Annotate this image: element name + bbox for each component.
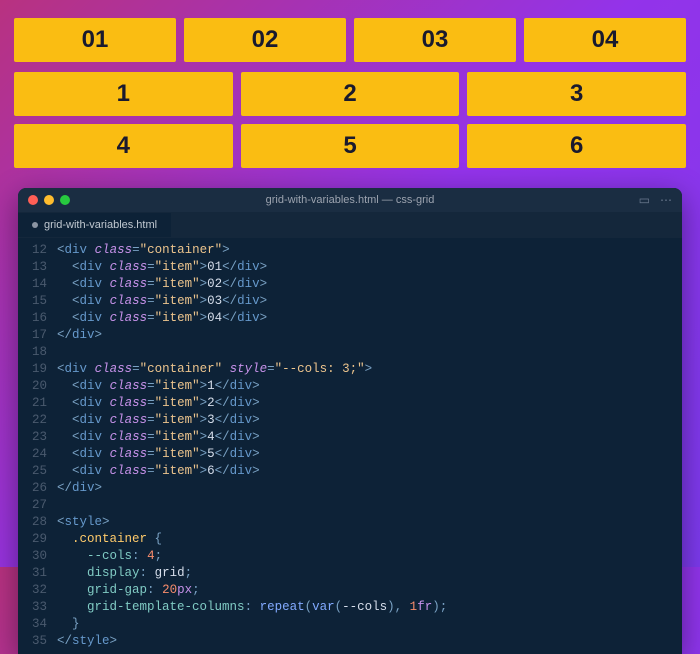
code-line[interactable]: }: [57, 616, 447, 633]
code-line[interactable]: --cols: 4;: [57, 548, 447, 565]
line-number: 28: [32, 514, 47, 531]
code-line[interactable]: <div class="item">04</div>: [57, 310, 447, 327]
grid-item: 04: [524, 18, 686, 62]
line-number: 22: [32, 412, 47, 429]
grid-item: 3: [467, 72, 686, 116]
code-line[interactable]: </div>: [57, 327, 447, 344]
grid-item: 03: [354, 18, 516, 62]
code-line[interactable]: <div class="item">01</div>: [57, 259, 447, 276]
line-number: 17: [32, 327, 47, 344]
line-number: 16: [32, 310, 47, 327]
line-number: 12: [32, 242, 47, 259]
code-line[interactable]: [57, 344, 447, 361]
line-number: 34: [32, 616, 47, 633]
code-line[interactable]: .container {: [57, 531, 447, 548]
line-number: 15: [32, 293, 47, 310]
code-line[interactable]: <div class="container" style="--cols: 3;…: [57, 361, 447, 378]
line-number: 33: [32, 599, 47, 616]
demo-grid-3: 123 456: [14, 72, 686, 168]
line-number: 26: [32, 480, 47, 497]
code-line[interactable]: <div class="item">6</div>: [57, 463, 447, 480]
line-number: 13: [32, 259, 47, 276]
line-number: 32: [32, 582, 47, 599]
line-number: 18: [32, 344, 47, 361]
code-content[interactable]: <div class="container"> <div class="item…: [57, 238, 447, 654]
tab-label: grid-with-variables.html: [44, 219, 157, 231]
line-number: 25: [32, 463, 47, 480]
grid-item: 2: [241, 72, 460, 116]
code-line[interactable]: grid-template-columns: repeat(var(--cols…: [57, 599, 447, 616]
line-number: 29: [32, 531, 47, 548]
line-number: 19: [32, 361, 47, 378]
line-number: 30: [32, 548, 47, 565]
line-number: 35: [32, 633, 47, 650]
code-line[interactable]: grid-gap: 20px;: [57, 582, 447, 599]
grid-item: 5: [241, 124, 460, 168]
code-line[interactable]: <style>: [57, 514, 447, 531]
tab-bar: grid-with-variables.html: [18, 212, 682, 238]
line-number: 24: [32, 446, 47, 463]
line-number: 14: [32, 276, 47, 293]
code-line[interactable]: <div class="item">4</div>: [57, 429, 447, 446]
code-line[interactable]: display: grid;: [57, 565, 447, 582]
tab-modified-icon: [32, 222, 38, 228]
code-line[interactable]: <div class="item">2</div>: [57, 395, 447, 412]
grid-item: 02: [184, 18, 346, 62]
split-editor-icon[interactable]: ▭: [639, 193, 650, 207]
tab-file[interactable]: grid-with-variables.html: [18, 213, 171, 237]
code-line[interactable]: [57, 497, 447, 514]
line-number: 27: [32, 497, 47, 514]
grid-item: 6: [467, 124, 686, 168]
line-number: 23: [32, 429, 47, 446]
line-number: 21: [32, 395, 47, 412]
code-line[interactable]: <div class="item">3</div>: [57, 412, 447, 429]
code-line[interactable]: </div>: [57, 480, 447, 497]
more-icon[interactable]: ⋯: [660, 193, 672, 207]
line-number: 20: [32, 378, 47, 395]
grid-item: 4: [14, 124, 233, 168]
rendered-demo: 01020304 123 456: [0, 0, 700, 188]
line-number: 31: [32, 565, 47, 582]
line-gutter: 1213141516171819202122232425262728293031…: [18, 238, 57, 654]
code-line[interactable]: <div class="container">: [57, 242, 447, 259]
code-line[interactable]: <div class="item">1</div>: [57, 378, 447, 395]
grid-item: 1: [14, 72, 233, 116]
code-line[interactable]: <div class="item">02</div>: [57, 276, 447, 293]
code-line[interactable]: <div class="item">03</div>: [57, 293, 447, 310]
code-area[interactable]: 1213141516171819202122232425262728293031…: [18, 238, 682, 654]
code-line[interactable]: </style>: [57, 633, 447, 650]
grid-item: 01: [14, 18, 176, 62]
window-title: grid-with-variables.html — css-grid: [18, 194, 682, 206]
demo-grid-4: 01020304: [14, 18, 686, 62]
code-line[interactable]: <div class="item">5</div>: [57, 446, 447, 463]
code-editor-window: grid-with-variables.html — css-grid ▭ ⋯ …: [18, 188, 682, 654]
titlebar: grid-with-variables.html — css-grid ▭ ⋯: [18, 188, 682, 212]
